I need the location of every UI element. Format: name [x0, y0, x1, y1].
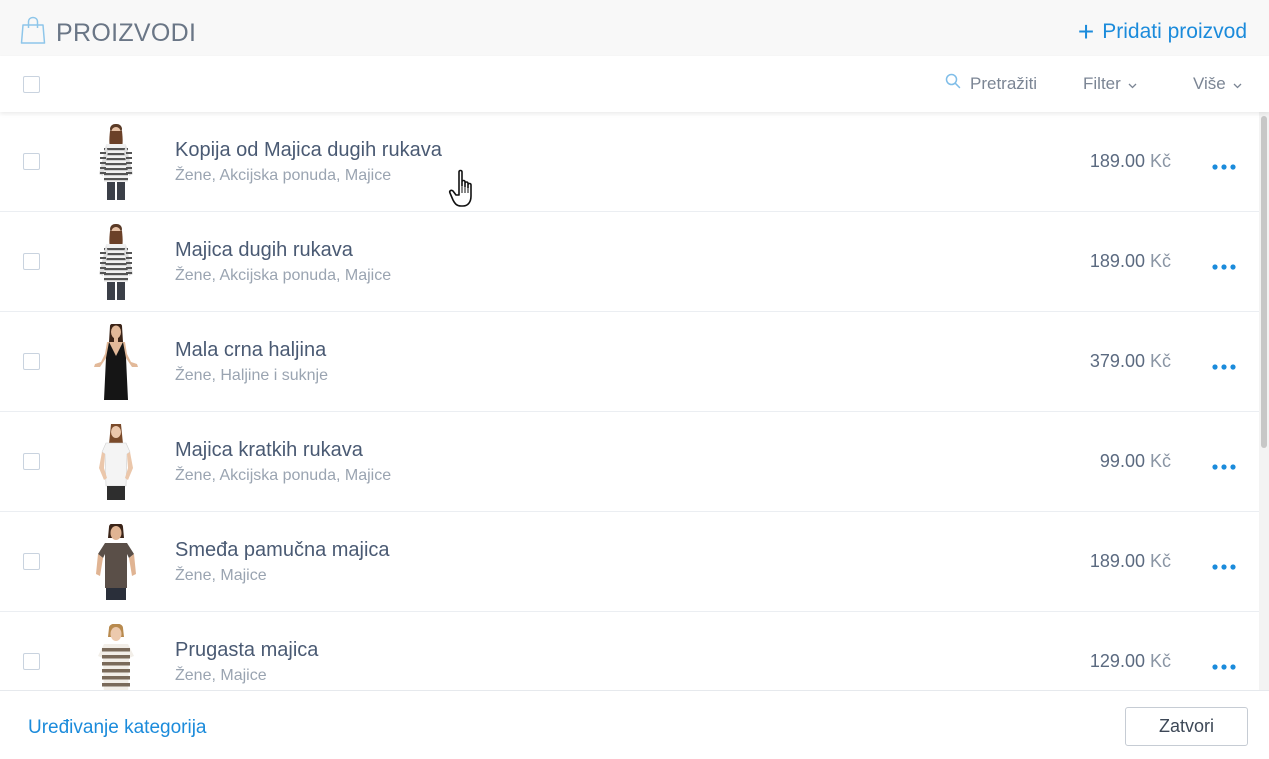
more-options-icon[interactable] — [1211, 558, 1237, 570]
row-checkbox[interactable] — [23, 253, 40, 270]
more-options-icon[interactable] — [1211, 458, 1237, 470]
product-thumbnail[interactable] — [80, 224, 152, 300]
price-currency: Kč — [1149, 351, 1171, 371]
product-categories: Žene, Akcijska ponuda, Majice — [175, 167, 392, 184]
price-value: 129.00 — [1089, 651, 1145, 671]
row-checkbox[interactable] — [23, 353, 40, 370]
filter-dropdown[interactable]: Filter — [1083, 73, 1137, 95]
filter-label: Filter — [1083, 74, 1121, 93]
price-currency: Kč — [1149, 651, 1171, 671]
search-button[interactable]: Pretražiti — [945, 73, 1037, 95]
chevron-down-icon — [1128, 73, 1137, 95]
product-thumbnail[interactable] — [80, 424, 152, 500]
product-categories: Žene, Akcijska ponuda, Majice — [175, 267, 392, 284]
more-options-icon[interactable] — [1211, 358, 1237, 370]
table-row[interactable]: Prugasta majica Žene, Majice 129.00 Kč — [0, 612, 1259, 690]
product-price: 189.00 Kč — [1090, 150, 1171, 172]
product-categories: Žene, Majice — [175, 567, 267, 584]
search-label: Pretražiti — [970, 74, 1038, 93]
add-product-label: Pridati proizvod — [1102, 20, 1247, 43]
shopping-bag-icon — [20, 16, 46, 49]
product-name[interactable]: Smeđa pamučna majica — [175, 538, 390, 562]
product-price: 189.00 Kč — [1090, 250, 1171, 272]
product-price: 189.00 Kč — [1090, 550, 1171, 572]
row-checkbox[interactable] — [23, 653, 40, 670]
more-dropdown[interactable]: Više — [1193, 73, 1242, 95]
page-title: PROIZVODI — [56, 18, 197, 47]
search-icon — [945, 73, 961, 95]
scrollbar[interactable] — [1259, 112, 1269, 690]
table-row[interactable]: Smeđa pamučna majica Žene, Majice 189.00 K… — [0, 512, 1259, 612]
product-list: Kopija od Majica dugih rukava Žene, Akcij… — [0, 112, 1259, 690]
table-row[interactable]: Kopija od Majica dugih rukava Žene, Akcij… — [0, 112, 1259, 212]
more-options-icon[interactable] — [1211, 258, 1237, 270]
product-price: 379.00 Kč — [1090, 350, 1171, 372]
select-all-checkbox[interactable] — [23, 76, 40, 93]
price-value: 99.00 — [1099, 451, 1145, 471]
product-name[interactable]: Majica kratkih rukava — [175, 438, 363, 462]
product-price: 129.00 Kč — [1090, 650, 1171, 672]
table-row[interactable]: Majica kratkih rukava Žene, Akcijska ponu… — [0, 412, 1259, 512]
price-currency: Kč — [1149, 151, 1171, 171]
price-value: 379.00 — [1089, 351, 1145, 371]
footer: Uređivanje kategorija Zatvori — [0, 690, 1269, 759]
product-thumbnail[interactable] — [80, 623, 152, 690]
product-name[interactable]: Majica dugih rukava — [175, 238, 353, 262]
row-checkbox[interactable] — [23, 553, 40, 570]
product-thumbnail[interactable] — [80, 124, 152, 200]
product-name[interactable]: Prugasta majica — [175, 638, 318, 662]
row-checkbox[interactable] — [23, 453, 40, 470]
price-currency: Kč — [1149, 451, 1171, 471]
more-options-icon[interactable] — [1211, 658, 1237, 670]
product-name[interactable]: Kopija od Majica dugih rukava — [175, 138, 442, 162]
more-options-icon[interactable] — [1211, 158, 1237, 170]
product-name[interactable]: Mala crna haljina — [175, 338, 326, 362]
product-categories: Žene, Akcijska ponuda, Majice — [175, 467, 392, 484]
more-label: Više — [1193, 74, 1226, 93]
table-row[interactable]: Mala crna haljina Žene, Haljine i suknje 3… — [0, 312, 1259, 412]
price-currency: Kč — [1149, 551, 1171, 571]
chevron-down-icon — [1233, 73, 1242, 95]
add-product-button[interactable]: + Pridati proizvod — [1078, 18, 1247, 46]
product-categories: Žene, Majice — [175, 667, 267, 684]
product-thumbnail[interactable] — [80, 522, 152, 600]
header-title-wrap: PROIZVODI — [20, 16, 196, 49]
plus-icon: + — [1077, 16, 1095, 47]
close-button[interactable]: Zatvori — [1125, 707, 1248, 746]
header: PROIZVODI + Pridati proizvod — [0, 0, 1269, 56]
edit-categories-link[interactable]: Uređivanje kategorija — [28, 716, 207, 740]
price-value: 189.00 — [1089, 251, 1145, 271]
price-value: 189.00 — [1089, 551, 1145, 571]
price-currency: Kč — [1149, 251, 1171, 271]
scrollbar-thumb[interactable] — [1261, 116, 1267, 448]
toolbar: Pretražiti Filter Više — [0, 56, 1269, 112]
product-price: 99.00 Kč — [1100, 450, 1171, 472]
product-categories: Žene, Haljine i suknje — [175, 367, 328, 384]
product-thumbnail[interactable] — [80, 323, 152, 400]
table-row[interactable]: Majica dugih rukava Žene, Akcijska ponuda… — [0, 212, 1259, 312]
price-value: 189.00 — [1089, 151, 1145, 171]
row-checkbox[interactable] — [23, 153, 40, 170]
